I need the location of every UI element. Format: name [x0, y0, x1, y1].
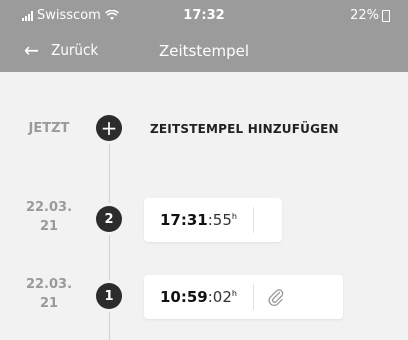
entry-number-badge: 2	[96, 206, 122, 232]
add-row-date: JETZT	[28, 121, 70, 136]
battery-status: 22%	[350, 8, 390, 23]
entry-date-year: 21	[39, 219, 59, 234]
paperclip-icon[interactable]	[266, 287, 286, 307]
timestamp-suffix: h	[231, 212, 237, 221]
card-divider	[252, 207, 254, 233]
entry-date: 22.03. 21	[24, 198, 74, 236]
entry-date: 22.03. 21	[24, 275, 74, 313]
timestamp-hours-minutes: 17:31	[160, 211, 208, 229]
status-time: 17:32	[183, 8, 225, 23]
timestamp-value: 10:59:02h	[160, 288, 237, 306]
page-title: Zeitstempel	[158, 42, 249, 60]
timestamp-value: 17:31:55h	[160, 211, 237, 229]
timestamp-hours-minutes: 10:59	[160, 288, 208, 306]
timestamp-seconds: :55	[207, 211, 232, 229]
status-bar: Swisscom 17:32 22%	[0, 0, 408, 32]
add-timestamp-label[interactable]: ZEITSTEMPEL HINZUFÜGEN	[150, 122, 339, 136]
navigation-bar: ← Zurück Zeitstempel	[0, 32, 408, 72]
entry-number-badge: 1	[96, 283, 122, 309]
plus-icon[interactable]: +	[96, 115, 122, 141]
timestamp-card[interactable]: 10:59:02h	[144, 275, 343, 319]
battery-percent: 22%	[350, 8, 379, 23]
timestamp-card[interactable]: 17:31:55h	[144, 198, 282, 242]
entry-date-year: 21	[39, 296, 59, 311]
battery-icon	[382, 9, 390, 22]
timeline-line	[109, 140, 110, 340]
entry-date-day: 22.03.	[25, 200, 73, 215]
timestamp-seconds: :02	[207, 288, 232, 306]
entry-date-day: 22.03.	[25, 277, 73, 292]
card-divider	[252, 284, 254, 310]
timestamp-suffix: h	[231, 289, 237, 298]
